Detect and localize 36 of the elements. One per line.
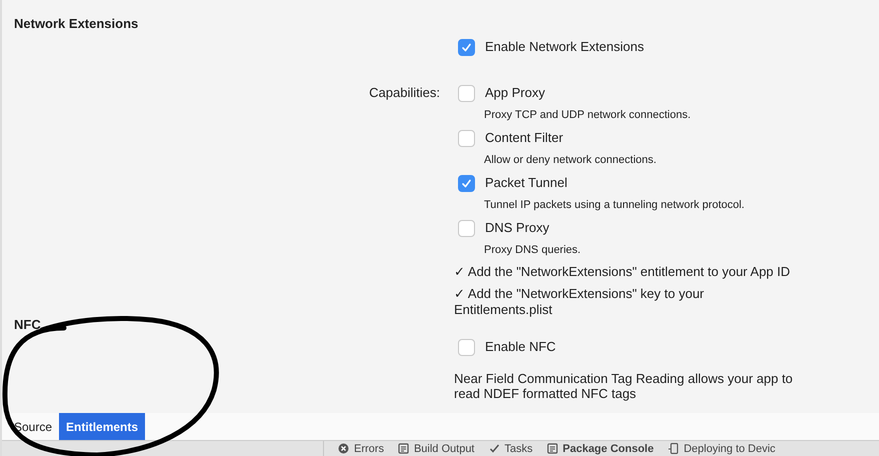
checkbox-label[interactable]: App Proxy [485, 83, 545, 103]
pad-tab[interactable]: Errors [338, 441, 384, 456]
checkbox-label[interactable]: DNS Proxy [485, 218, 550, 238]
pad-tab[interactable]: Package Console [546, 441, 654, 456]
field-caption: Capabilities: [369, 85, 440, 100]
status-note: ✓ Add the "NetworkExtensions" entitlement to your App ID [454, 264, 790, 279]
checkbox[interactable] [458, 174, 475, 192]
checkbox[interactable] [458, 38, 475, 56]
pad-tab[interactable]: Deploying to Devic [668, 441, 776, 456]
checkbox-label[interactable]: Packet Tunnel [485, 173, 568, 193]
checkbox-description: Proxy TCP and UDP network connections. [484, 109, 691, 121]
checkbox[interactable] [458, 130, 475, 146]
error-icon [338, 443, 349, 454]
editor-tab[interactable]: Source [7, 413, 60, 440]
checkbox-description: Proxy DNS queries. [484, 244, 581, 256]
checkbox-description: Tunnel IP packets using a tunneling network protocol. [484, 199, 744, 211]
status-note: ✓ Add the "NetworkExtensions" key to your Entitlements.plist [454, 286, 704, 317]
checkbox[interactable] [458, 84, 475, 102]
editor-tab[interactable]: Entitlements [59, 413, 146, 440]
section-title: Network Extensions [13, 16, 140, 32]
info-text: Near Field Communication Tag Reading allows your app to read NDEF formatted NFC tags [454, 371, 793, 401]
checkbox-label[interactable]: Enable Network Extensions [485, 37, 644, 57]
document-icon [398, 443, 409, 454]
pad-tab[interactable]: Tasks [488, 441, 533, 456]
checkbox-label[interactable]: Enable NFC [485, 337, 556, 357]
document-icon [546, 443, 558, 454]
checkmark-icon [488, 443, 500, 454]
checkmark-icon [461, 178, 472, 188]
phone-icon [668, 443, 679, 454]
section-title: NFC [13, 318, 42, 332]
checkbox[interactable] [458, 338, 475, 356]
checkmark-icon [461, 42, 472, 52]
pad-tab[interactable]: Build Output [398, 441, 474, 456]
checkbox-label[interactable]: Content Filter [485, 128, 564, 148]
checkbox[interactable] [458, 220, 475, 236]
checkbox-description: Allow or deny network connections. [484, 154, 656, 166]
